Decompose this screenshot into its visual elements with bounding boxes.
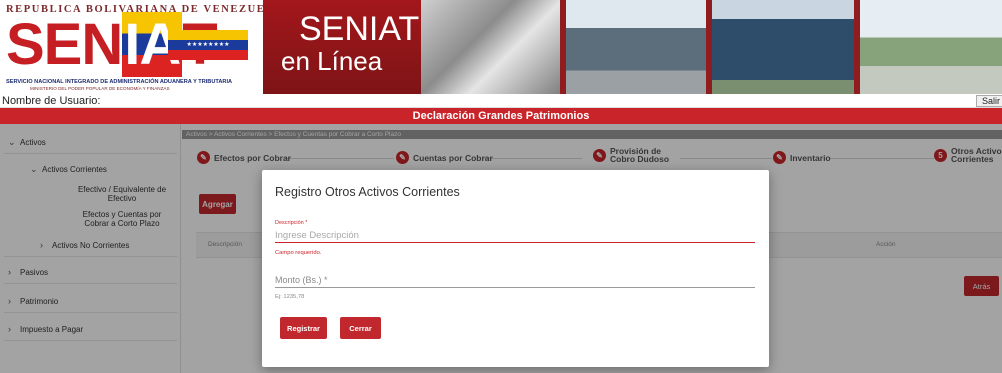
venezuela-flag-icon: ★★★★★★★★ (168, 30, 248, 60)
monto-hint: Ej: 1235,78 (275, 294, 305, 300)
logo-wordmark-left: SEN (6, 12, 123, 77)
username-label: Nombre de Usuario: (2, 95, 101, 107)
descripcion-error: Campo requerido. (275, 250, 322, 256)
close-button[interactable]: Cerrar (340, 317, 381, 339)
seniat-en-linea-banner: SENIAT en Línea (263, 0, 421, 94)
monto-input[interactable] (275, 273, 755, 288)
photo-separator (560, 0, 566, 94)
tower-photo (709, 0, 857, 94)
seniat-logo: REPUBLICA BOLIVARIANA DE VENEZUELA SENIA… (0, 0, 282, 94)
keyboard-photo (421, 0, 563, 94)
building-photo (563, 0, 709, 94)
user-bar: Nombre de Usuario: Salir (0, 94, 1002, 108)
photo-separator (854, 0, 860, 94)
page-title: Declaración Grandes Patrimonios (0, 108, 1002, 124)
register-dialog: Registro Otros Activos Corrientes Descri… (262, 170, 769, 367)
photo-separator (706, 0, 712, 94)
landscape-photo (857, 0, 1002, 94)
online-subtitle: en Línea (281, 46, 383, 76)
logout-button[interactable]: Salir (975, 95, 1002, 107)
dialog-title: Registro Otros Activos Corrientes (275, 185, 460, 199)
descripcion-input[interactable] (275, 228, 755, 243)
header-banner: REPUBLICA BOLIVARIANA DE VENEZUELA SENIA… (0, 0, 1002, 94)
descripcion-label: Descripción * (275, 220, 308, 226)
ministry-line: MINISTERIO DEL PODER POPULAR DE ECONOMÍA… (30, 86, 170, 91)
online-title: SENIAT (299, 10, 420, 48)
register-button[interactable]: Registrar (280, 317, 327, 339)
org-line: SERVICIO NACIONAL INTEGRADO DE ADMINISTR… (6, 79, 233, 85)
